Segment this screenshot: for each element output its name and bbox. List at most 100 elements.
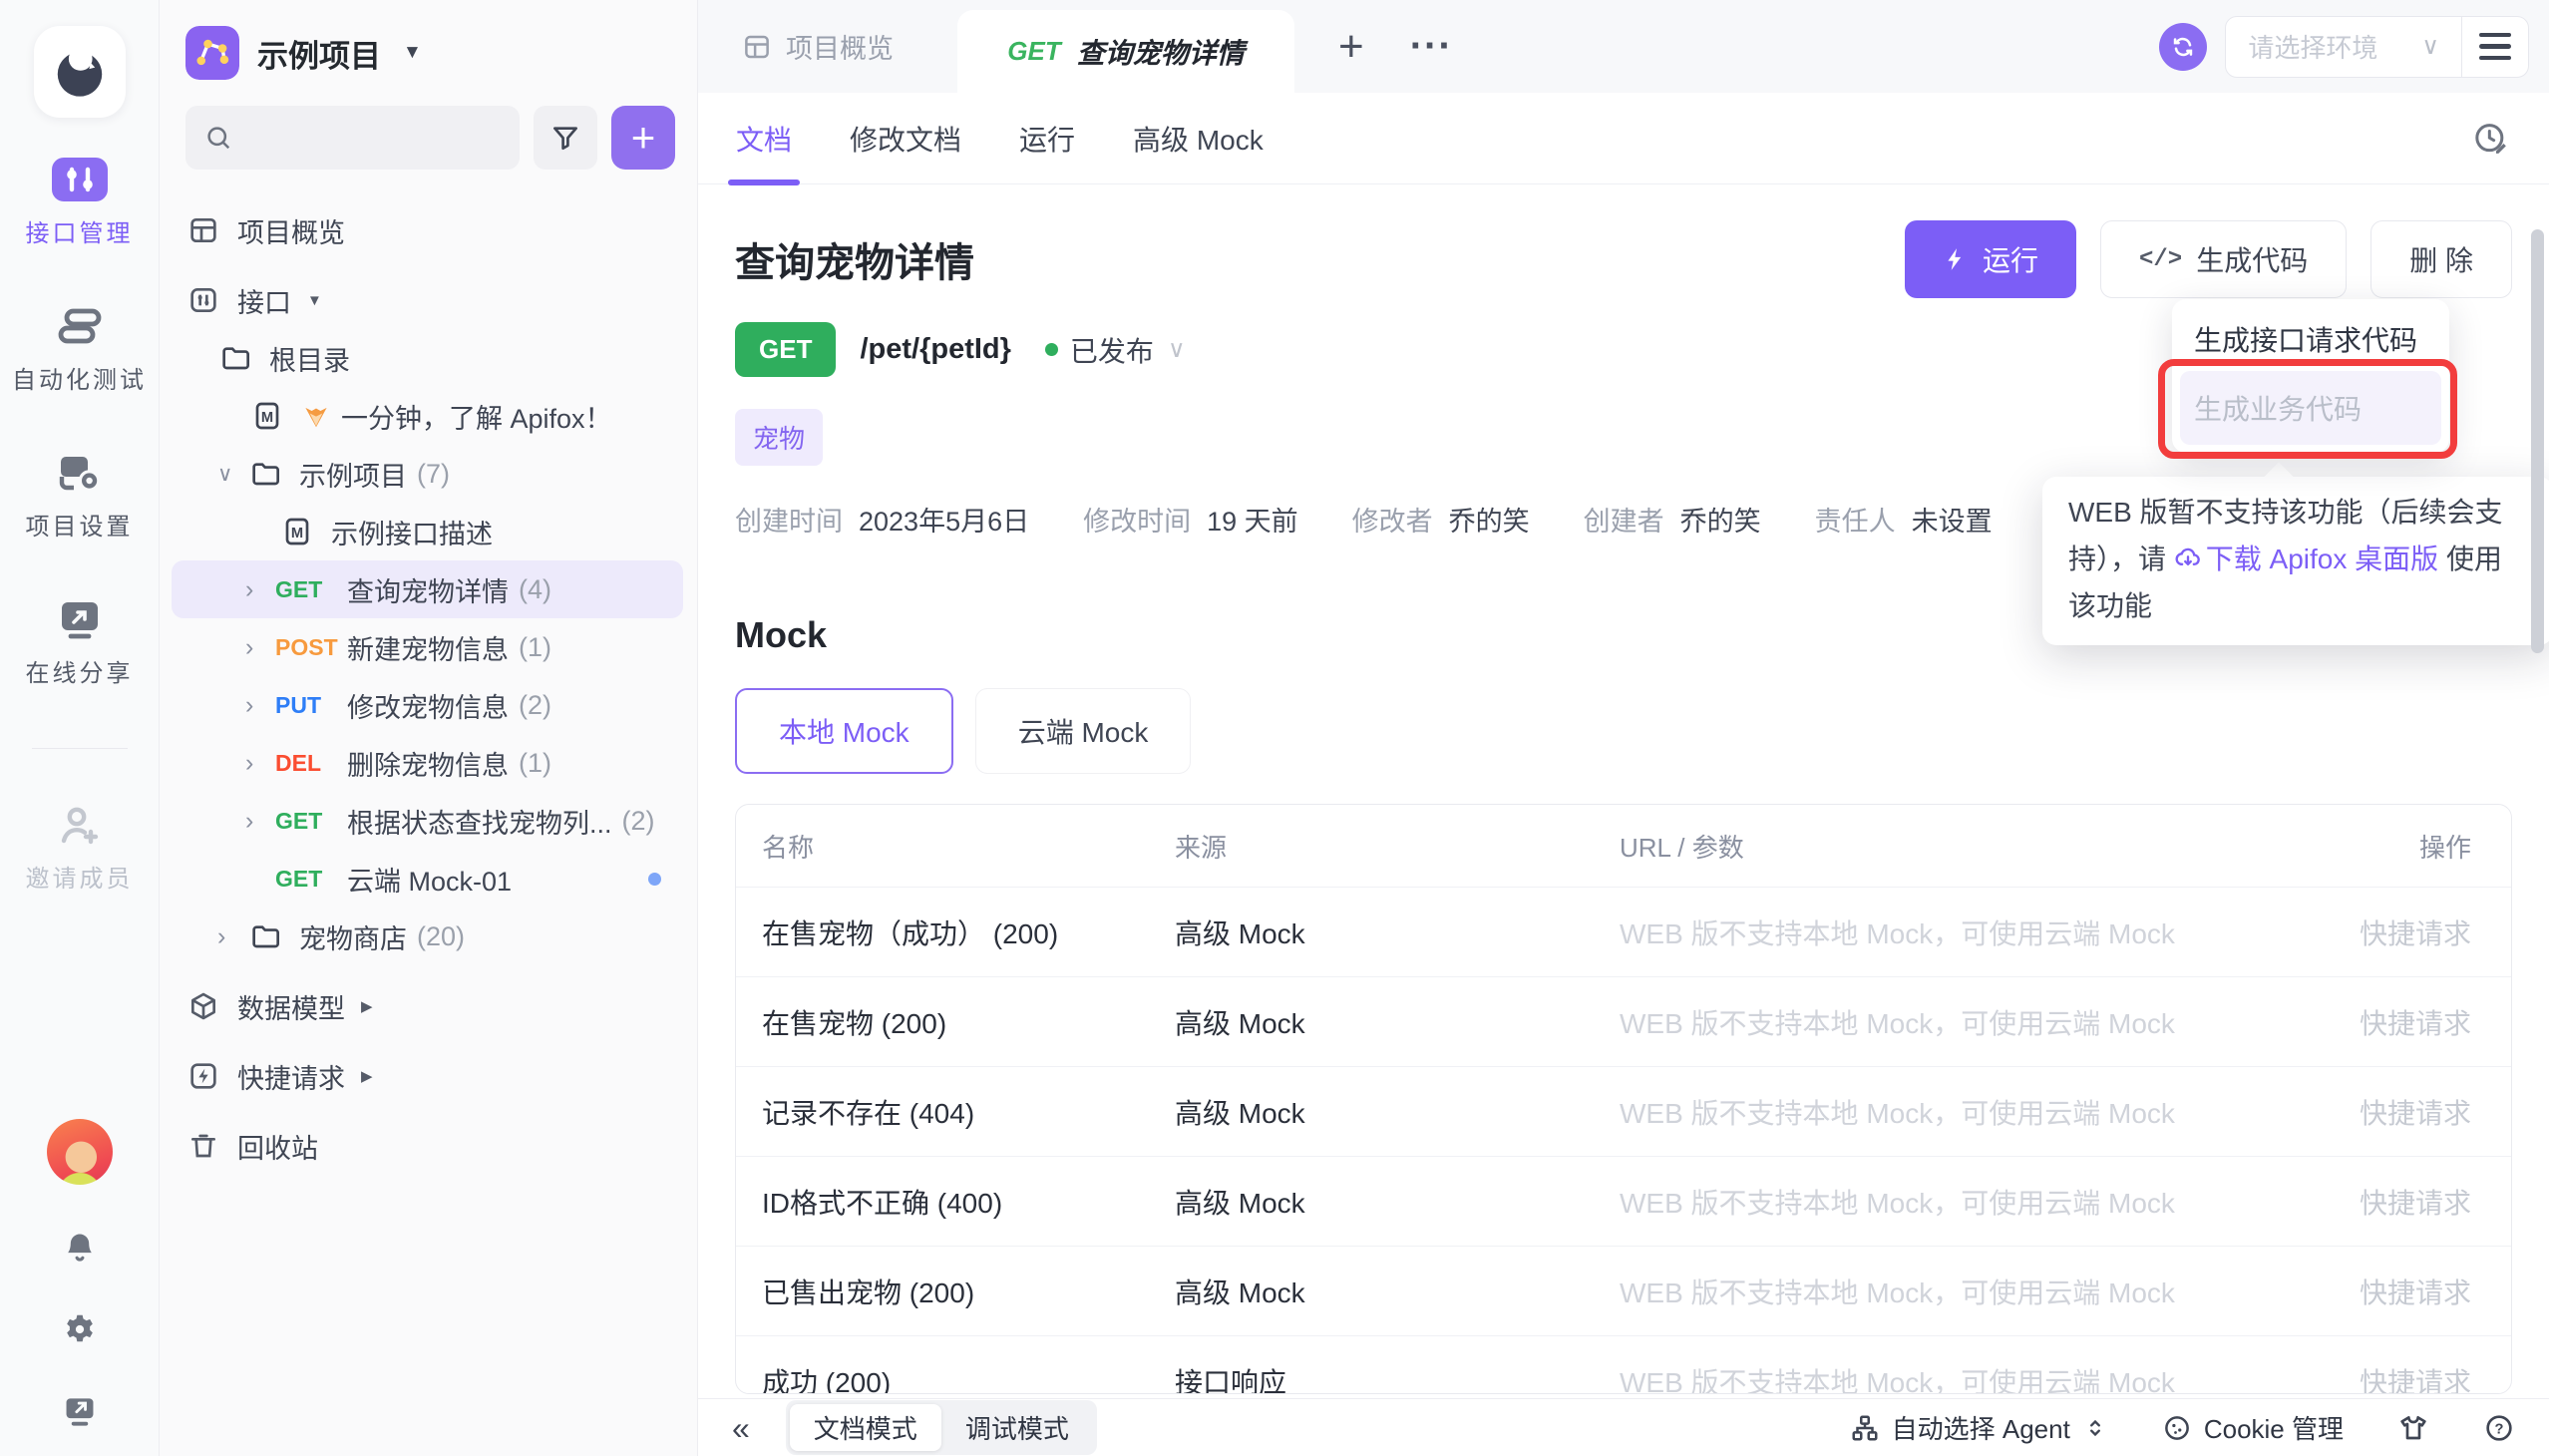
sidebar-item-quick-requests[interactable]: 快捷请求 ▶ <box>160 1047 697 1105</box>
tab-project-overview[interactable]: 项目概览 <box>742 0 894 93</box>
sidebar-api-get-cloud-mock[interactable]: GET 云端 Mock-01 <box>160 850 697 908</box>
collapse-sidebar-icon[interactable]: « <box>732 1412 750 1444</box>
chevron-right-icon[interactable]: › <box>245 575 275 604</box>
sidebar-item-apis[interactable]: 接口 ▼ <box>160 271 697 329</box>
vertical-scrollbar[interactable] <box>2531 229 2544 653</box>
menu-item-generate-request-code[interactable]: 生成接口请求代码 <box>2180 307 2441 371</box>
apifox-logo[interactable] <box>34 26 126 118</box>
quick-request-action[interactable]: 快捷请求 <box>2302 912 2511 952</box>
project-switcher[interactable]: 示例项目 ▼ <box>160 0 697 80</box>
help-icon[interactable]: ? <box>2483 1412 2515 1444</box>
sidebar-api-get-pet-detail[interactable]: › GET 查询宠物详情 (4) <box>172 560 683 618</box>
rail-item-api-management[interactable]: 接口管理 <box>26 158 134 248</box>
tree-label: 数据模型 <box>237 987 345 1026</box>
history-clock-icon[interactable] <box>2471 119 2511 159</box>
local-mock-tab[interactable]: 本地 Mock <box>735 688 953 774</box>
api-icon <box>185 284 221 316</box>
generate-code-button[interactable]: </> 生成代码 <box>2100 220 2347 298</box>
tab-doc[interactable]: 文档 <box>736 93 792 184</box>
cloud-mock-tab[interactable]: 云端 Mock <box>975 688 1192 774</box>
sidebar-folder-root[interactable]: 根目录 <box>160 329 697 387</box>
download-desktop-link[interactable]: 下载 Apifox 桌面版 <box>2174 544 2438 574</box>
meta-value: 2023年5月6日 <box>859 500 1029 539</box>
notifications-bell-icon[interactable] <box>61 1229 99 1267</box>
hamburger-menu-button[interactable] <box>2462 16 2528 78</box>
rail-bottom <box>47 1119 113 1430</box>
generate-code-label: 生成代码 <box>2196 239 2308 279</box>
tshirt-icon[interactable] <box>2397 1412 2429 1444</box>
status-dot <box>1045 343 1058 356</box>
chevron-right-icon[interactable]: › <box>245 749 275 778</box>
chevron-right-icon[interactable]: › <box>245 807 275 836</box>
sync-button[interactable] <box>2159 23 2207 71</box>
environment-placeholder: 请选择环境 <box>2248 28 2377 65</box>
rail-item-automated-testing[interactable]: 自动化测试 <box>12 304 147 395</box>
quick-request-action[interactable]: 快捷请求 <box>2302 1002 2511 1042</box>
tree-label: 宠物商店 <box>299 917 407 956</box>
search-icon <box>203 123 233 153</box>
tag-pet[interactable]: 宠物 <box>735 409 823 466</box>
delete-button[interactable]: 删 除 <box>2370 220 2512 298</box>
tab-get-pet-detail[interactable]: GET 查询宠物详情 <box>957 10 1294 93</box>
sidebar-item-project-overview[interactable]: 项目概览 <box>160 201 697 259</box>
settings-gear-icon[interactable] <box>61 1310 99 1348</box>
meta-label: 责任人 <box>1815 500 1896 539</box>
title-row: 查询宠物详情 运行 </> 生成代码 删 除 <box>735 220 2512 298</box>
chevron-expanded-icon[interactable]: ∨ <box>217 462 247 487</box>
mock-toggles: 本地 Mock 云端 Mock <box>735 688 2512 774</box>
quick-request-action[interactable]: 快捷请求 <box>2302 1182 2511 1222</box>
sidebar-api-put-update-pet[interactable]: › PUT 修改宠物信息 (2) <box>160 676 697 734</box>
tab-more-button[interactable]: ··· <box>1410 24 1453 69</box>
rail-item-invite-members[interactable]: 邀请成员 <box>26 803 134 894</box>
sidebar-api-del-delete-pet[interactable]: › DEL 删除宠物信息 (1) <box>160 734 697 792</box>
sidebar-doc-sample-api-desc[interactable]: M 示例接口描述 <box>160 503 697 560</box>
tab-label: 运行 <box>1019 119 1075 159</box>
rail-nav: 接口管理 自动化测试 项目设置 在线分享 邀请成员 <box>12 158 147 949</box>
chevron-right-icon[interactable]: › <box>245 691 275 720</box>
quick-request-bolt-icon <box>185 1060 221 1092</box>
rail-item-label: 在线分享 <box>26 653 134 688</box>
cookie-manager[interactable]: Cookie 管理 <box>2162 1409 2344 1446</box>
sidebar-item-data-models[interactable]: 数据模型 ▶ <box>160 977 697 1035</box>
sidebar-item-recycle-bin[interactable]: 回收站 <box>160 1117 697 1175</box>
rail-item-project-settings[interactable]: 项目设置 <box>26 451 134 542</box>
open-desktop-icon[interactable] <box>61 1392 99 1430</box>
new-tab-button[interactable]: + <box>1338 22 1364 72</box>
tab-advanced-mock[interactable]: 高级 Mock <box>1133 93 1264 184</box>
quick-request-action[interactable]: 快捷请求 <box>2302 1272 2511 1311</box>
sidebar-folder-pet-store[interactable]: › 宠物商店 (20) <box>160 908 697 965</box>
rail-divider <box>32 748 128 749</box>
quick-request-action[interactable]: 快捷请求 <box>2302 1092 2511 1132</box>
add-new-button[interactable]: + <box>611 106 675 170</box>
chevron-right-icon[interactable]: › <box>245 633 275 662</box>
tab-run[interactable]: 运行 <box>1019 93 1075 184</box>
sidebar-doc-one-minute[interactable]: M 一分钟，了解 Apifox！ <box>160 387 697 445</box>
meta-label: 创建者 <box>1584 500 1664 539</box>
agent-selector[interactable]: 自动选择 Agent <box>1850 1409 2108 1446</box>
sidebar-api-get-find-by-status[interactable]: › GET 根据状态查找宠物列... (2) <box>160 792 697 850</box>
sidebar-api-post-new-pet[interactable]: › POST 新建宠物信息 (1) <box>160 618 697 676</box>
mock-name: ID格式不正确 (400) <box>736 1182 1175 1222</box>
download-link-label: 下载 Apifox 桌面版 <box>2206 544 2438 574</box>
menu-item-generate-business-code[interactable]: 生成业务代码 <box>2180 371 2441 445</box>
folder-icon <box>217 342 253 374</box>
environment-select[interactable]: 请选择环境 ∨ <box>2226 28 2461 65</box>
chevron-down-icon: ∨ <box>2421 32 2439 61</box>
search-input[interactable] <box>185 106 520 170</box>
run-button-label: 运行 <box>1983 239 2038 279</box>
status-published[interactable]: 已发布 <box>1070 330 1154 370</box>
run-button[interactable]: 运行 <box>1905 220 2076 298</box>
rail-item-online-sharing[interactable]: 在线分享 <box>26 597 134 688</box>
mock-name: 成功 (200) <box>736 1361 1175 1395</box>
chevron-right-icon[interactable]: › <box>217 922 247 951</box>
markdown-file-icon: M <box>249 400 285 432</box>
debug-mode-segment[interactable]: 调试模式 <box>941 1404 1093 1451</box>
chevron-down-icon[interactable]: ∨ <box>1168 335 1186 364</box>
sidebar-folder-sample-project[interactable]: ∨ 示例项目 (7) <box>160 445 697 503</box>
quick-request-action[interactable]: 快捷请求 <box>2302 1361 2511 1395</box>
mock-url-note: WEB 版不支持本地 Mock，可使用云端 Mock <box>1620 1272 2302 1311</box>
user-avatar[interactable] <box>47 1119 113 1185</box>
tab-edit-doc[interactable]: 修改文档 <box>850 93 961 184</box>
filter-button[interactable] <box>534 106 597 170</box>
doc-mode-segment[interactable]: 文档模式 <box>790 1404 941 1451</box>
